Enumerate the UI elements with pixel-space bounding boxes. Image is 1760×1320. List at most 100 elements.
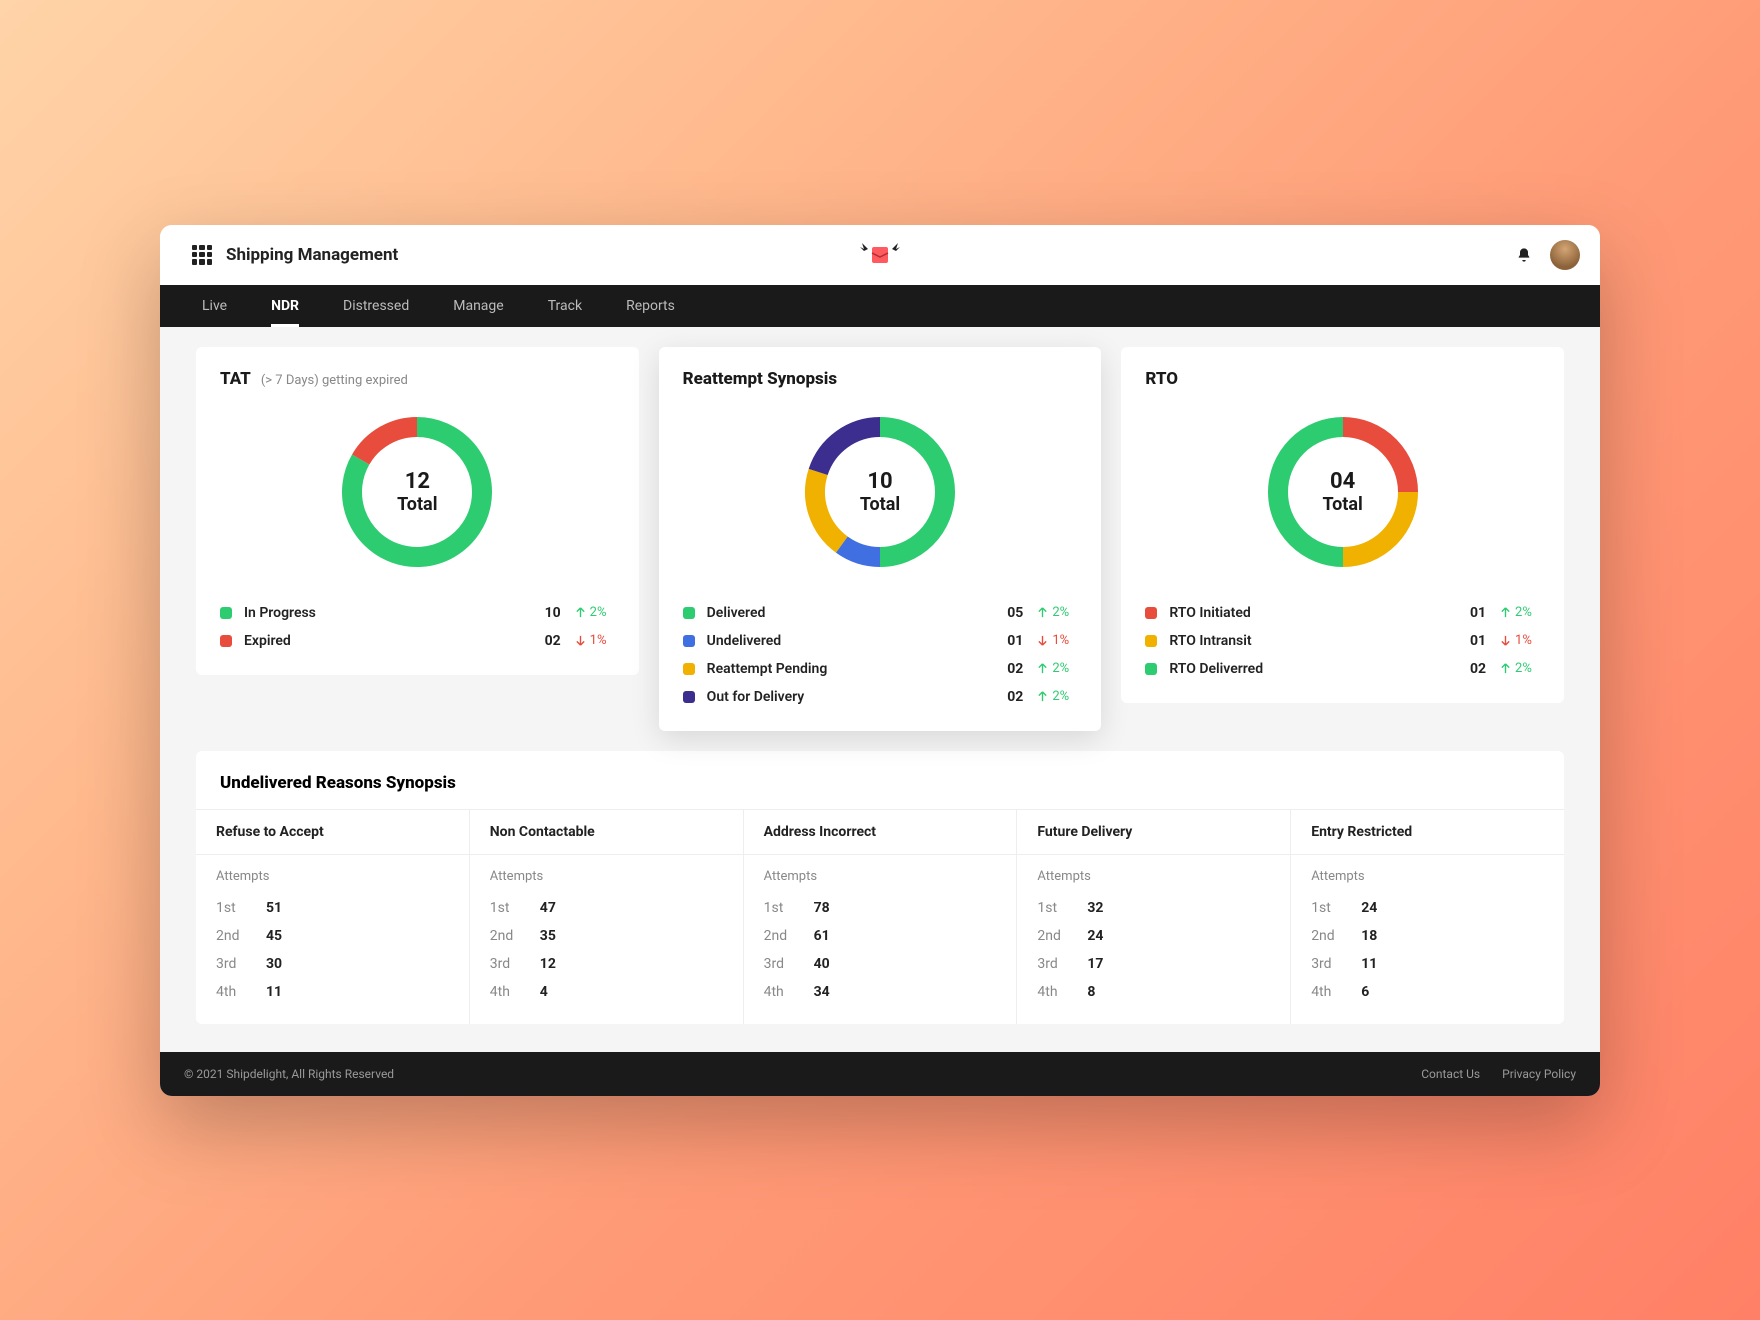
attempt-value: 4 bbox=[540, 984, 548, 1000]
attempt-ordinal: 3rd bbox=[764, 956, 794, 972]
attempt-ordinal: 4th bbox=[764, 984, 794, 1000]
trend-indicator: 2% bbox=[1500, 605, 1540, 620]
attempts-label: Attempts bbox=[490, 869, 723, 884]
reason-body: Attempts1st512nd453rd304th11 bbox=[196, 855, 469, 1024]
attempt-ordinal: 3rd bbox=[490, 956, 520, 972]
legend-value: 02 bbox=[999, 661, 1023, 677]
attempt-row: 2nd45 bbox=[216, 922, 449, 950]
legend-value: 01 bbox=[1462, 605, 1486, 621]
brand-logo[interactable] bbox=[858, 241, 902, 269]
attempt-row: 4th8 bbox=[1037, 978, 1270, 1006]
attempts-label: Attempts bbox=[764, 869, 997, 884]
trend-indicator: 1% bbox=[575, 633, 615, 648]
reason-header: Entry Restricted bbox=[1291, 810, 1564, 855]
attempt-row: 4th4 bbox=[490, 978, 723, 1006]
attempt-value: 17 bbox=[1087, 956, 1103, 972]
attempt-row: 3rd 17 bbox=[1037, 950, 1270, 978]
attempt-row: 4th11 bbox=[216, 978, 449, 1006]
tat-legend: In Progress102%Expired021% bbox=[220, 599, 615, 655]
attempt-row: 2nd 18 bbox=[1311, 922, 1544, 950]
attempt-ordinal: 1st bbox=[1037, 900, 1067, 916]
reason-body: Attempts1st322nd243rd174th8 bbox=[1017, 855, 1290, 1024]
legend-swatch bbox=[1145, 635, 1157, 647]
legend-swatch bbox=[220, 607, 232, 619]
reason-grid: Refuse to AcceptAttempts1st512nd453rd304… bbox=[196, 809, 1564, 1024]
reason-column: Future DeliveryAttempts1st322nd243rd174t… bbox=[1017, 810, 1291, 1024]
undelivered-reasons-card: Undelivered Reasons Synopsis Refuse to A… bbox=[196, 751, 1564, 1024]
apps-grid-icon[interactable] bbox=[192, 245, 212, 265]
attempt-ordinal: 2nd bbox=[490, 928, 520, 944]
reason-header: Future Delivery bbox=[1017, 810, 1290, 855]
attempt-value: 78 bbox=[814, 900, 830, 916]
attempt-value: 8 bbox=[1087, 984, 1095, 1000]
trend-indicator: 2% bbox=[1500, 661, 1540, 676]
footer-link[interactable]: Privacy Policy bbox=[1502, 1067, 1576, 1081]
footer-links: Contact Us Privacy Policy bbox=[1421, 1067, 1576, 1081]
tat-title: TAT bbox=[220, 369, 251, 389]
legend-value: 10 bbox=[537, 605, 561, 621]
attempt-row: 1st78 bbox=[764, 894, 997, 922]
nav-item-manage[interactable]: Manage bbox=[431, 285, 525, 327]
reattempt-legend: Delivered052%Undelivered011%Reattempt Pe… bbox=[683, 599, 1078, 711]
trend-indicator: 2% bbox=[1037, 605, 1077, 620]
reattempt-card: Reattempt Synopsis 10 Total Delivered052… bbox=[659, 347, 1102, 731]
legend-swatch bbox=[683, 607, 695, 619]
rto-title: RTO bbox=[1145, 369, 1178, 389]
nav-item-track[interactable]: Track bbox=[526, 285, 604, 327]
attempt-value: 40 bbox=[814, 956, 830, 972]
attempt-ordinal: 1st bbox=[1311, 900, 1341, 916]
tat-total: 12 bbox=[405, 469, 430, 494]
attempt-row: 2nd61 bbox=[764, 922, 997, 950]
legend-swatch bbox=[683, 635, 695, 647]
reattempt-total: 10 bbox=[867, 469, 892, 494]
reason-column: Refuse to AcceptAttempts1st512nd453rd304… bbox=[196, 810, 470, 1024]
page-title: Shipping Management bbox=[226, 245, 398, 265]
reason-header: Refuse to Accept bbox=[196, 810, 469, 855]
nav-item-distressed[interactable]: Distressed bbox=[321, 285, 431, 327]
nav-item-live[interactable]: Live bbox=[180, 285, 249, 327]
legend-label: Reattempt Pending bbox=[707, 661, 828, 677]
legend-item: Reattempt Pending022% bbox=[683, 655, 1078, 683]
legend-label: Undelivered bbox=[707, 633, 781, 649]
attempt-ordinal: 1st bbox=[216, 900, 246, 916]
rto-donut-chart: 04 Total bbox=[1258, 407, 1428, 577]
reason-body: Attempts1st472nd353rd124th4 bbox=[470, 855, 743, 1024]
reason-column: Entry RestrictedAttempts1st242nd183rd114… bbox=[1291, 810, 1564, 1024]
notification-bell-icon[interactable] bbox=[1516, 247, 1532, 263]
footer: © 2021 Shipdelight, All Rights Reserved … bbox=[160, 1052, 1600, 1096]
reason-column: Non ContactableAttempts1st472nd353rd124t… bbox=[470, 810, 744, 1024]
legend-value: 05 bbox=[999, 605, 1023, 621]
attempt-value: 30 bbox=[266, 956, 282, 972]
trend-indicator: 2% bbox=[575, 605, 615, 620]
topbar-left: Shipping Management bbox=[180, 245, 410, 265]
attempt-value: 18 bbox=[1361, 928, 1377, 944]
attempt-value: 24 bbox=[1361, 900, 1377, 916]
attempt-value: 11 bbox=[266, 984, 282, 1000]
attempt-ordinal: 2nd bbox=[1311, 928, 1341, 944]
legend-value: 02 bbox=[1462, 661, 1486, 677]
reattempt-title: Reattempt Synopsis bbox=[683, 369, 837, 389]
attempt-ordinal: 3rd bbox=[1311, 956, 1341, 972]
reattempt-donut-chart: 10 Total bbox=[795, 407, 965, 577]
rto-total: 04 bbox=[1330, 469, 1355, 494]
attempt-ordinal: 3rd bbox=[216, 956, 246, 972]
reattempt-total-label: Total bbox=[860, 494, 900, 515]
legend-item: Expired021% bbox=[220, 627, 615, 655]
attempt-ordinal: 3rd bbox=[1037, 956, 1067, 972]
footer-link[interactable]: Contact Us bbox=[1421, 1067, 1480, 1081]
reason-body: Attempts1st782nd613rd404th34 bbox=[744, 855, 1017, 1024]
tat-total-label: Total bbox=[397, 494, 437, 515]
legend-value: 02 bbox=[999, 689, 1023, 705]
nav-item-ndr[interactable]: NDR bbox=[249, 285, 321, 327]
trend-indicator: 1% bbox=[1037, 633, 1077, 648]
reason-body: Attempts1st242nd183rd114th6 bbox=[1291, 855, 1564, 1024]
attempt-ordinal: 4th bbox=[1311, 984, 1341, 1000]
topbar-right bbox=[1516, 240, 1580, 270]
attempts-label: Attempts bbox=[1037, 869, 1270, 884]
topbar: Shipping Management bbox=[160, 225, 1600, 285]
attempts-label: Attempts bbox=[216, 869, 449, 884]
trend-indicator: 2% bbox=[1037, 689, 1077, 704]
nav-item-reports[interactable]: Reports bbox=[604, 285, 697, 327]
user-avatar[interactable] bbox=[1550, 240, 1580, 270]
legend-item: RTO Initiated012% bbox=[1145, 599, 1540, 627]
